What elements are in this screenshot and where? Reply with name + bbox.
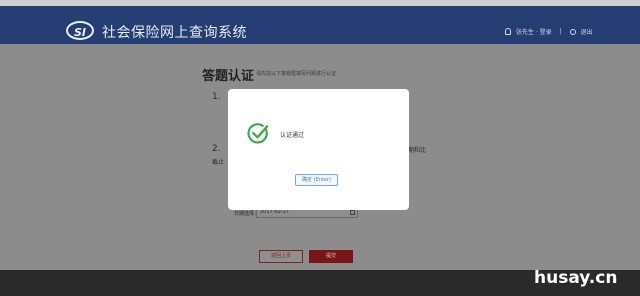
dialog-message: 认证通过 [280, 132, 305, 139]
question-2-right-text: 期和比 [408, 147, 427, 154]
page-title: 答题认证 [202, 69, 255, 84]
calendar-icon[interactable] [350, 210, 355, 215]
user-icon [505, 28, 511, 35]
user-area: 张先生 · 登录 | 退出 [505, 27, 592, 36]
logout-icon [569, 28, 576, 35]
site-header: SI 社会保险网上查询系统 张先生 · 登录 | 退出 [0, 6, 640, 44]
check-circle-icon [247, 123, 269, 144]
question-1-label: 1. [212, 92, 221, 102]
back-button[interactable]: 返回上页 [259, 250, 303, 263]
site-title: 社会保险网上查询系统 [102, 25, 247, 41]
question-2-label: 2. [212, 144, 221, 154]
confirm-button[interactable]: 确定 (Enter) [295, 174, 338, 186]
si-logo: SI [66, 21, 94, 40]
submit-button[interactable]: 提交 [309, 250, 353, 263]
user-link[interactable]: 张先生 · 登录 [516, 27, 552, 36]
logout-link[interactable]: 退出 [580, 27, 592, 36]
success-dialog: 认证通过 确定 (Enter) [228, 89, 409, 210]
watermark: husay.cn [534, 268, 618, 288]
header-separator: | [559, 28, 562, 35]
page-subtitle: 请先在以下答题框填写问题进行认证 [256, 71, 337, 77]
question-2-tail: 截止 [212, 159, 225, 166]
